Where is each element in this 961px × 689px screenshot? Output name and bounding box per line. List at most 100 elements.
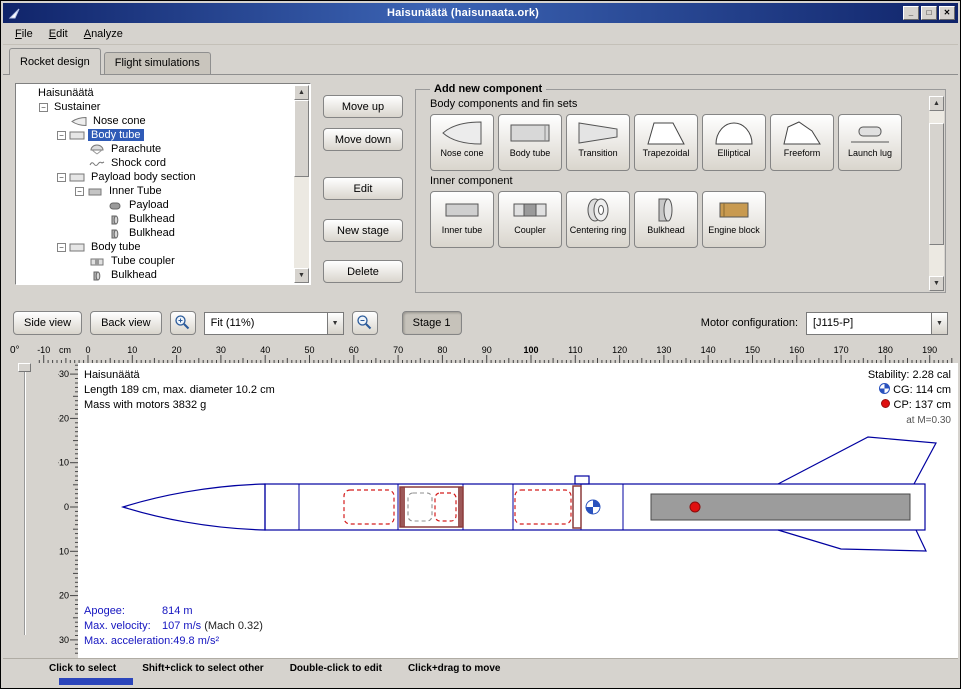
- rotation-slider[interactable]: [17, 363, 33, 649]
- palette-item-label: Engine block: [708, 225, 760, 235]
- splitter[interactable]: [3, 299, 958, 307]
- tree-item-inner-tube[interactable]: −Inner Tube: [18, 184, 292, 198]
- tree-label: Payload: [126, 199, 172, 211]
- scroll-up-icon[interactable]: ▲: [929, 96, 944, 111]
- close-button[interactable]: ✕: [939, 6, 955, 20]
- move-up-button[interactable]: Move up: [323, 95, 403, 118]
- collapse-icon[interactable]: −: [57, 243, 66, 252]
- menu-edit[interactable]: Edit: [41, 25, 76, 43]
- menu-file[interactable]: File: [7, 25, 41, 43]
- tree-item-haisunäätä[interactable]: Haisunäätä: [18, 86, 292, 100]
- parachute-shape: [344, 490, 394, 524]
- svg-text:90: 90: [482, 345, 492, 355]
- palette-scrollbar[interactable]: ▲ ▼: [929, 96, 944, 291]
- scrollbar-thumb[interactable]: [294, 100, 309, 177]
- slider-thumb[interactable]: [18, 363, 31, 372]
- svg-text:-20: -20: [58, 413, 69, 423]
- chevron-down-icon[interactable]: ▼: [327, 313, 343, 334]
- menubar: FileEditAnalyze: [3, 23, 958, 45]
- svg-text:180: 180: [878, 345, 893, 355]
- window-controls: _□✕: [903, 6, 955, 20]
- tree-item-sustainer[interactable]: −Sustainer: [18, 100, 292, 114]
- svg-text:-10: -10: [58, 458, 69, 468]
- palette-group-label: Inner component: [430, 175, 923, 187]
- titlebar[interactable]: Haisunäätä (haisunaata.ork) _□✕: [3, 3, 958, 23]
- tree-item-bulkhead[interactable]: Bulkhead: [18, 212, 292, 226]
- tree-item-nose-cone[interactable]: Nose cone: [18, 114, 292, 128]
- add-centering-ring-button[interactable]: Centering ring: [566, 191, 630, 248]
- tree-scrollbar[interactable]: ▲ ▼: [294, 85, 309, 283]
- motor-config-select[interactable]: [J115-P] ▼: [806, 312, 948, 335]
- collapse-icon[interactable]: −: [75, 187, 84, 196]
- cp-icon: [880, 398, 891, 409]
- minimize-button[interactable]: _: [903, 6, 919, 20]
- zoom-out-button[interactable]: [352, 311, 378, 335]
- scroll-down-icon[interactable]: ▼: [294, 268, 309, 283]
- slider-track: [24, 367, 26, 635]
- tree-item-payload[interactable]: Payload: [18, 198, 292, 212]
- palette-groups: Body components and fin setsNose coneBod…: [430, 98, 923, 248]
- delete-button[interactable]: Delete: [323, 260, 403, 283]
- tree-label: Haisunäätä: [35, 87, 97, 99]
- payload-section-shape: [515, 490, 571, 524]
- tree-item-body-tube[interactable]: −Body tube: [18, 128, 292, 142]
- tree-item-bulkhead[interactable]: Bulkhead: [18, 268, 292, 282]
- tree-item-bulkhead[interactable]: Bulkhead: [18, 226, 292, 240]
- scroll-down-icon[interactable]: ▼: [929, 276, 944, 291]
- new-stage-button[interactable]: New stage: [323, 219, 403, 242]
- add-launch-lug-button[interactable]: Launch lug: [838, 114, 902, 171]
- collapse-icon[interactable]: −: [39, 103, 48, 112]
- back-view-button[interactable]: Back view: [90, 311, 162, 335]
- tab-rocket-design[interactable]: Rocket design: [9, 48, 101, 75]
- tree-item-parachute[interactable]: Parachute: [18, 142, 292, 156]
- tree-label: Bulkhead: [108, 269, 160, 281]
- add-nose-cone-button[interactable]: Nose cone: [430, 114, 494, 171]
- add-coupler-button[interactable]: Coupler: [498, 191, 562, 248]
- centeringring-icon: [575, 195, 621, 225]
- tree-item-tube-coupler[interactable]: Tube coupler: [18, 254, 292, 268]
- scrollbar-track[interactable]: [294, 100, 309, 268]
- rocket-canvas[interactable]: Haisunäätä Length 189 cm, max. diameter …: [78, 363, 958, 658]
- menu-analyze[interactable]: Analyze: [76, 25, 131, 43]
- tree-label: Bulkhead: [126, 213, 178, 225]
- add-trapezoidal-button[interactable]: Trapezoidal: [634, 114, 698, 171]
- add-elliptical-button[interactable]: Elliptical: [702, 114, 766, 171]
- palette-item-label: Elliptical: [717, 148, 750, 158]
- freeform-icon: [779, 118, 825, 148]
- tab-flight-simulations[interactable]: Flight simulations: [104, 52, 211, 74]
- rocket-length-info: Length 189 cm, max. diameter 10.2 cm: [84, 383, 275, 398]
- zoom-in-button[interactable]: [170, 311, 196, 335]
- rocket-mass-info: Mass with motors 3832 g: [84, 398, 275, 413]
- cp-marker: [690, 502, 700, 512]
- add-engine-block-button[interactable]: Engine block: [702, 191, 766, 248]
- stage-1-button[interactable]: Stage 1: [402, 311, 462, 335]
- scroll-up-icon[interactable]: ▲: [294, 85, 309, 100]
- add-bulkhead-button[interactable]: Bulkhead: [634, 191, 698, 248]
- svg-text:160: 160: [789, 345, 804, 355]
- add-freeform-button[interactable]: Freeform: [770, 114, 834, 171]
- scrollbar-track[interactable]: [929, 111, 944, 276]
- svg-text:120: 120: [612, 345, 627, 355]
- chevron-down-icon[interactable]: ▼: [931, 313, 947, 334]
- stability-value: 2.28 cal: [912, 369, 951, 381]
- diagram-region: 0° -100102030405060708090100110120130140…: [3, 339, 958, 658]
- collapse-icon[interactable]: −: [57, 173, 66, 182]
- tree-item-shock-cord[interactable]: Shock cord: [18, 156, 292, 170]
- edit-button[interactable]: Edit: [323, 177, 403, 200]
- palette-item-label: Body tube: [510, 148, 551, 158]
- move-down-button[interactable]: Move down: [323, 128, 403, 151]
- scrollbar-thumb[interactable]: [929, 123, 944, 245]
- flight-stat-value: 107 m/s: [162, 620, 201, 632]
- add-body-tube-button[interactable]: Body tube: [498, 114, 562, 171]
- tree-item-body-tube[interactable]: −Body tube: [18, 240, 292, 254]
- zoom-select[interactable]: Fit (11%) ▼: [204, 312, 344, 335]
- maximize-button[interactable]: □: [921, 6, 937, 20]
- tree-item-payload-body-section[interactable]: −Payload body section: [18, 170, 292, 184]
- add-inner-tube-button[interactable]: Inner tube: [430, 191, 494, 248]
- palette-item-label: Inner tube: [442, 225, 483, 235]
- svg-text:30: 30: [216, 345, 226, 355]
- add-transition-button[interactable]: Transition: [566, 114, 630, 171]
- svg-text:20: 20: [172, 345, 182, 355]
- collapse-icon[interactable]: −: [57, 131, 66, 140]
- side-view-button[interactable]: Side view: [13, 311, 82, 335]
